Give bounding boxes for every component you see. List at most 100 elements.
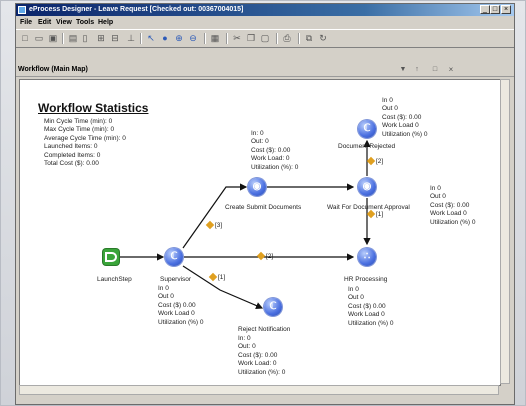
pointer-icon[interactable]: ↖ — [146, 33, 156, 43]
info-line: Work Load: 0 — [238, 360, 277, 368]
paste-icon[interactable]: ▢ — [260, 33, 270, 43]
horizontal-scrollbar[interactable] — [19, 385, 499, 395]
menu-view[interactable]: View — [56, 17, 72, 28]
info-line: Out: 0 — [238, 343, 256, 351]
info-line: Work Load 0 — [382, 122, 419, 130]
info-line: Utilization (%) 0 — [430, 218, 476, 226]
stats-line: Max Cycle Time (min): 0 — [44, 126, 115, 134]
zoom-out-icon[interactable]: ⊖ — [188, 33, 198, 43]
split-icon: ∴ — [363, 251, 371, 262]
supervisor-label: Supervisor — [160, 276, 192, 283]
title-bar: eProcess Designer - Leave Request [Check… — [16, 4, 514, 16]
toolbar-separator — [298, 33, 300, 44]
add-step-icon[interactable]: ⊞ — [96, 33, 106, 43]
supervisor-node[interactable]: ℂ — [165, 248, 183, 266]
print-icon[interactable]: ▤ — [68, 33, 78, 43]
info-line: Utilization (%) 0 — [348, 319, 394, 327]
cut-icon[interactable]: ✂ — [232, 33, 242, 43]
pin-icon[interactable]: ↑ — [412, 65, 422, 75]
doc-rejected-node[interactable]: ℂ — [358, 120, 376, 138]
minimize-button[interactable]: _ — [480, 5, 490, 14]
zoom-icon[interactable]: ● — [160, 33, 170, 43]
menu-edit[interactable]: Edit — [38, 17, 51, 28]
menu-bar: File Edit View Tools Help — [16, 17, 514, 28]
user-task-icon: ℂ — [363, 123, 371, 134]
info-line: Work Load: 0 — [251, 155, 290, 163]
info-line: In 0 — [430, 185, 441, 192]
new-icon[interactable]: □ — [20, 33, 30, 43]
maximize-button[interactable]: □ — [490, 5, 500, 14]
info-line: Cost ($): 0.00 — [430, 201, 470, 209]
condition-icon — [366, 157, 376, 166]
user-task-icon: ℂ — [269, 301, 277, 312]
close-pane-icon[interactable]: × — [446, 65, 456, 75]
connect-icon[interactable]: ⊥ — [126, 33, 136, 43]
timer-icon: ◉ — [252, 181, 262, 192]
app-window: eProcess Designer - Leave Request [Check… — [15, 3, 515, 405]
pane-title: Workflow (Main Map) — [18, 66, 88, 73]
stats-title: Workflow Statistics — [38, 101, 149, 115]
toolbar-separator — [140, 33, 142, 44]
wait-approval-node[interactable]: ◉ — [358, 178, 376, 196]
reject-notification-node[interactable]: ℂ — [264, 298, 282, 316]
info-line: Out 0 — [382, 105, 398, 113]
create-submit-node[interactable]: ◉ — [248, 178, 266, 196]
menu-help[interactable]: Help — [98, 17, 113, 28]
workflow-canvas[interactable]: Workflow Statistics Min Cycle Time (min)… — [19, 79, 501, 386]
info-line: Out: 0 — [251, 138, 269, 146]
dropdown-icon[interactable]: ▼ — [398, 65, 408, 75]
copy-icon[interactable]: ❐ — [246, 33, 256, 43]
info-line: Utilization (%) 0 — [382, 130, 428, 138]
info-line: Utilization (%): 0 — [251, 163, 299, 171]
condition-icon — [256, 252, 266, 261]
doc-rejected-info: In 0 Out 0 Cost ($): 0.00 Work Load 0 Ut… — [382, 97, 428, 139]
doc-rejected-label: Document Rejected — [338, 143, 396, 150]
hr-processing-node[interactable]: ∴ — [358, 248, 376, 266]
save-icon[interactable]: ▣ — [48, 33, 58, 43]
info-line: In: 0 — [251, 130, 264, 137]
info-line: Work Load 0 — [348, 311, 385, 319]
menu-tools[interactable]: Tools — [76, 17, 94, 28]
info-line: Utilization (%): 0 — [238, 368, 286, 376]
hr-processing-info: In 0 Out 0 Cost ($) 0.00 Work Load 0 Uti… — [348, 286, 394, 328]
launch-step-node[interactable] — [103, 249, 119, 265]
supervisor-info: In 0 Out 0 Cost ($) 0.00 Work Load 0 Uti… — [158, 285, 204, 327]
edge-tag-label: [2] — [266, 253, 274, 260]
menu-file[interactable]: File — [20, 17, 32, 28]
edge-tag-sup-hr: [2] — [256, 252, 274, 261]
timer-icon: ◉ — [362, 181, 372, 192]
properties-icon[interactable]: ▦ — [210, 33, 220, 43]
toolbar-separator — [276, 33, 278, 44]
vertical-scrollbar[interactable] — [500, 79, 510, 384]
print-preview-icon[interactable]: ⎙ — [282, 33, 292, 43]
add-branch-icon[interactable]: ⊟ — [110, 33, 120, 43]
edge-tag-label: [2] — [376, 158, 384, 165]
toolbar-separator — [62, 33, 64, 44]
restore-icon[interactable]: □ — [430, 65, 440, 75]
pane-header: Workflow (Main Map) ▼ ↑ □ × — [16, 64, 514, 77]
page-icon[interactable]: ▯ — [80, 33, 90, 43]
edge-tag-label: [3] — [215, 222, 223, 229]
create-submit-info: In: 0 Out: 0 Cost ($): 0.00 Work Load: 0… — [251, 130, 298, 172]
reject-notification-info: In: 0 Out: 0 Cost ($): 0.00 Work Load: 0… — [238, 335, 285, 377]
info-line: In 0 — [382, 97, 393, 104]
info-line: In: 0 — [238, 335, 251, 342]
info-line: Out 0 — [430, 193, 446, 201]
open-icon[interactable]: ▭ — [34, 33, 44, 43]
stats-line: Total Cost ($): 0.00 — [44, 160, 99, 168]
wait-approval-info: In 0 Out 0 Cost ($): 0.00 Work Load 0 Ut… — [430, 185, 476, 227]
edge-tag-wait-hr: [1] — [366, 210, 384, 219]
edge-supervisor-create — [182, 183, 248, 249]
help-icon[interactable]: ⧉ — [304, 33, 314, 43]
close-button[interactable]: × — [501, 5, 511, 14]
app-icon — [18, 6, 26, 14]
toolbar-separator — [226, 33, 228, 44]
edge-tag-sup-reject: [1] — [208, 273, 225, 282]
launch-step-label: LaunchStep — [97, 276, 132, 283]
zoom-in-icon[interactable]: ⊕ — [174, 33, 184, 43]
info-line: In 0 — [158, 285, 169, 292]
stats-line: Launched Items: 0 — [44, 143, 98, 151]
refresh-icon[interactable]: ↻ — [318, 33, 328, 43]
edge-tag-wait-rejected: [2] — [366, 157, 384, 166]
edge-tag-label: [1] — [376, 211, 384, 218]
